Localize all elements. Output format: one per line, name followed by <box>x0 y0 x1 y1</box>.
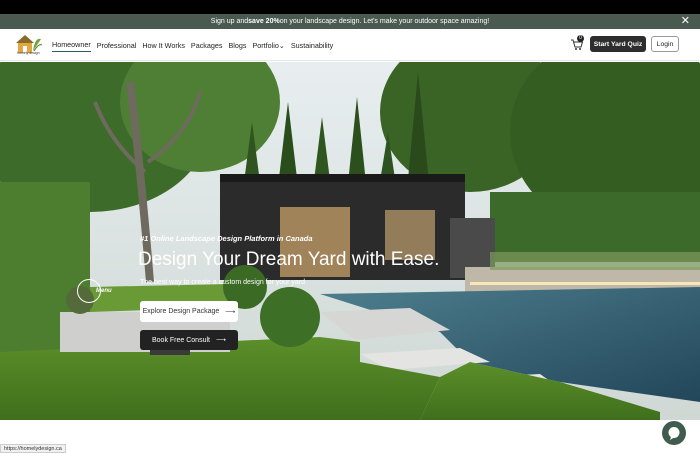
hero-section: Menu #1 Online Landscape Design Platform… <box>0 62 700 420</box>
start-yard-quiz-button[interactable]: Start Yard Quiz <box>590 36 646 52</box>
nav-item-professional[interactable]: Professional <box>97 39 137 52</box>
chat-bubble-icon <box>668 427 680 440</box>
nav-item-sustainability[interactable]: Sustainability <box>291 39 333 52</box>
nav-item-how-it-works[interactable]: How It Works <box>142 39 185 52</box>
chat-widget-button[interactable] <box>662 421 686 445</box>
consult-button-label: Book Free Consult <box>151 336 210 344</box>
status-bar-url: https://homelydesign.ca <box>0 444 66 453</box>
promo-banner: Sign up and save 20% on your landscape d… <box>0 14 700 29</box>
main-navbar: homely design Homeowner Professional How… <box>0 29 700 61</box>
explore-design-package-button[interactable]: Explore Design Package ⟶ <box>140 301 238 322</box>
hero-tagline: #1 Online Landscape Design Platform in C… <box>140 234 313 243</box>
hero-headline: Design Your Dream Yard with Ease. <box>138 249 440 270</box>
nav-item-blogs[interactable]: Blogs <box>229 39 247 52</box>
promo-text-bold: save 20% <box>248 18 280 25</box>
nav-item-homeowner[interactable]: Homeowner <box>52 38 91 52</box>
arrow-right-icon: ⟶ <box>215 337 227 344</box>
book-free-consult-button[interactable]: Book Free Consult ⟶ <box>140 330 238 350</box>
hero-backyard-image <box>0 62 700 420</box>
nav-item-portfolio-label: Portfolio <box>252 40 279 50</box>
hero-subheadline: The best way to create a custom design f… <box>140 279 305 286</box>
close-icon[interactable]: ✕ <box>681 14 690 29</box>
login-button[interactable]: Login <box>651 36 679 52</box>
promo-text-pre: Sign up and <box>210 18 249 25</box>
logo-text: homely design <box>17 51 40 55</box>
explore-button-label: Explore Design Package <box>142 308 220 315</box>
nav-links: Homeowner Professional How It Works Pack… <box>52 29 333 61</box>
nav-item-portfolio[interactable]: Portfolio⌄ <box>252 39 284 52</box>
menu-label[interactable]: Menu <box>96 288 112 294</box>
chevron-down-icon: ⌄ <box>278 40 285 50</box>
arrow-right-icon: ⟶ <box>225 308 236 316</box>
cart-count-badge: 0 <box>577 35 584 42</box>
nav-item-packages[interactable]: Packages <box>191 39 223 52</box>
browser-top-strip <box>0 0 700 14</box>
promo-text-post: on your landscape design. Let's make you… <box>279 18 490 25</box>
